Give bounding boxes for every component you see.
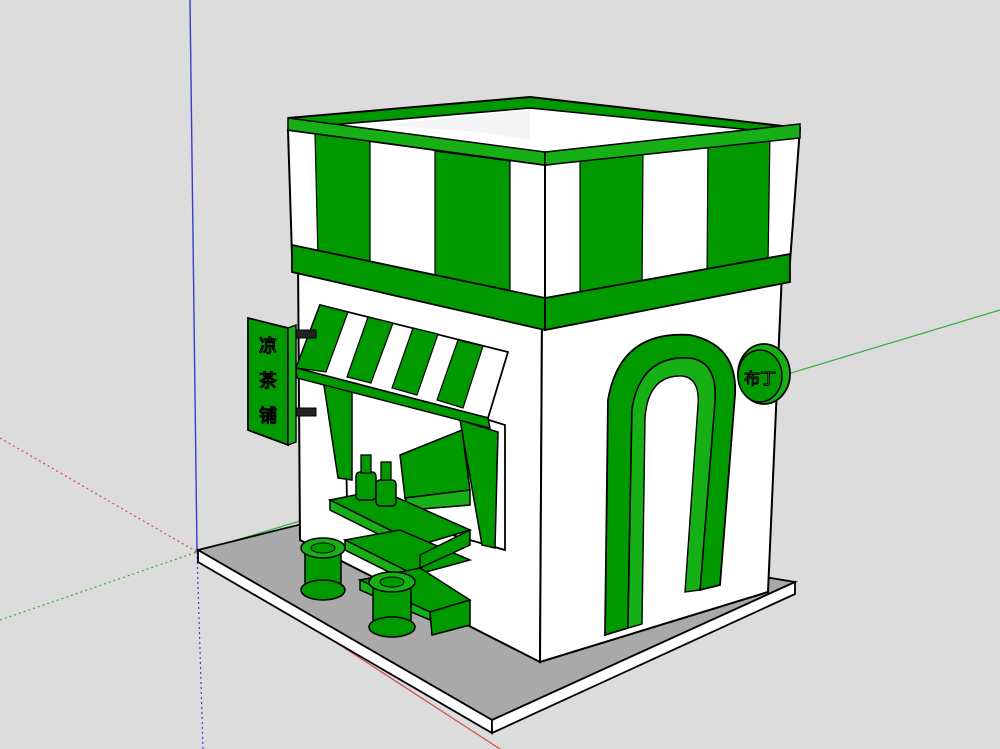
blue-axis-dotted bbox=[196, 551, 204, 749]
stool-left bbox=[300, 537, 346, 601]
sign-char-1: 凉 bbox=[259, 335, 277, 357]
sign-char-3: 铺 bbox=[259, 405, 277, 427]
round-sign: 布丁 bbox=[737, 343, 791, 405]
red-axis-dotted bbox=[0, 437, 198, 553]
3d-scene-canvas[interactable]: 凉 茶 铺 布丁 bbox=[0, 0, 1000, 749]
modeling-viewport[interactable]: 凉 茶 铺 布丁 bbox=[0, 0, 1000, 749]
stool-right bbox=[368, 571, 416, 638]
blue-axis-solid bbox=[189, 0, 198, 553]
sign-char-2: 茶 bbox=[259, 370, 278, 392]
round-sign-text: 布丁 bbox=[744, 369, 776, 388]
green-axis-dotted bbox=[0, 551, 198, 621]
